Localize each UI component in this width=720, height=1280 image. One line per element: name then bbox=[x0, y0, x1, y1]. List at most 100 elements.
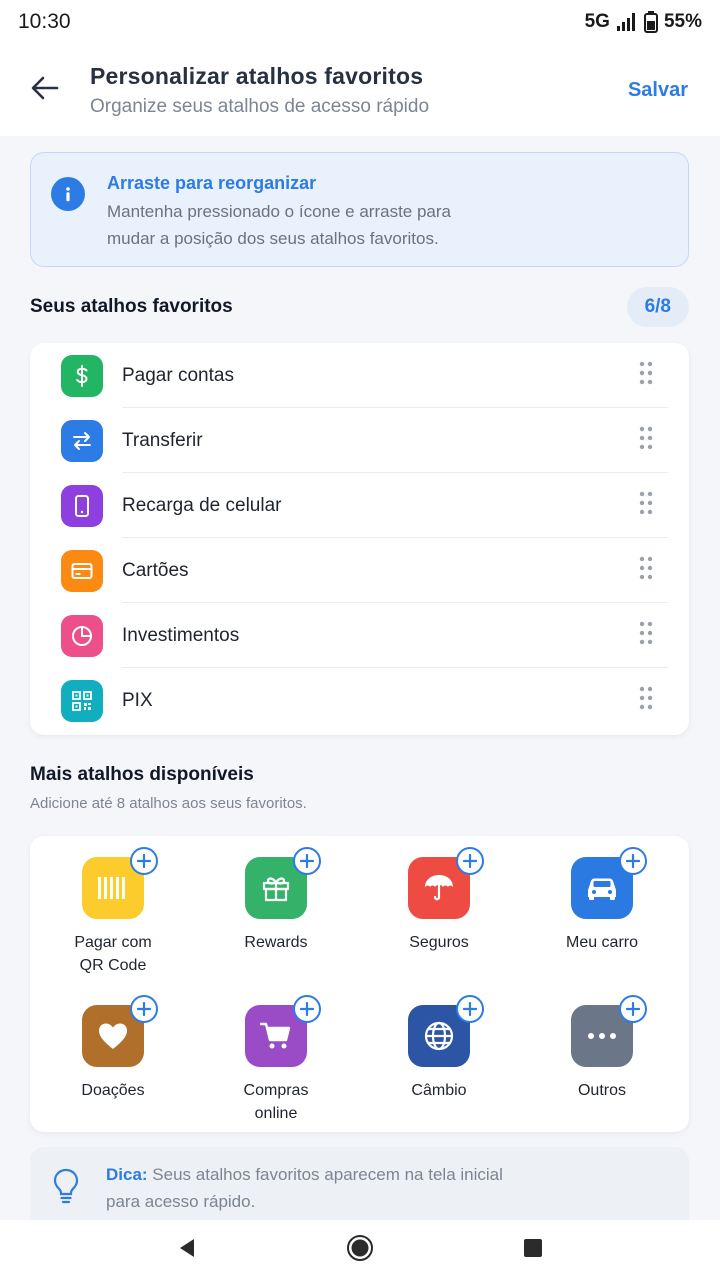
shortcut-meu-carro[interactable]: Meu carro bbox=[522, 847, 682, 954]
heart-icon bbox=[82, 995, 158, 1067]
drag-handle-icon[interactable] bbox=[638, 555, 654, 586]
favorite-label: Investimentos bbox=[122, 624, 240, 646]
shortcut-label-line: Outros bbox=[577, 1082, 626, 1099]
shortcut-label: Compras online bbox=[196, 1079, 356, 1125]
shortcut-label-line: Meu carro bbox=[565, 934, 639, 951]
favorites-title: Seus atalhos favoritos bbox=[30, 296, 233, 317]
favorite-label: PIX bbox=[122, 689, 153, 711]
info-title: Arraste para reorganizar bbox=[107, 173, 317, 193]
status-indicators: 5G 55% bbox=[585, 11, 702, 33]
shortcut-label: Câmbio bbox=[359, 1079, 519, 1102]
shortcut-label-line: Seguros bbox=[409, 934, 469, 951]
favorite-item-cartoes[interactable]: Cartões bbox=[30, 538, 689, 603]
app-header: Personalizar atalhos favoritos Organize … bbox=[0, 44, 720, 136]
add-shortcut-button[interactable] bbox=[293, 995, 321, 1023]
shortcut-label-line: QR Code bbox=[79, 957, 147, 974]
arrow-left-icon bbox=[30, 73, 60, 108]
qr-code-icon bbox=[61, 679, 103, 722]
phone-icon bbox=[61, 484, 103, 527]
more-shortcuts-subtitle: Adicione até 8 atalhos aos seus favorito… bbox=[30, 795, 307, 812]
shortcut-label: Pagar com QR Code bbox=[33, 931, 193, 977]
more-shortcuts-title: Mais atalhos disponíveis bbox=[30, 764, 254, 785]
favorite-item-recarga[interactable]: Recarga de celular bbox=[30, 473, 689, 538]
favorite-label: Pagar contas bbox=[122, 364, 234, 386]
shortcut-pagar-qr[interactable]: Pagar com QR Code bbox=[33, 847, 193, 977]
dollar-icon bbox=[61, 354, 103, 397]
drag-handle-icon[interactable] bbox=[638, 425, 654, 456]
save-button[interactable]: Salvar bbox=[618, 79, 720, 102]
shortcut-doacoes[interactable]: Doações bbox=[33, 995, 193, 1102]
nav-recents-button[interactable] bbox=[503, 1220, 563, 1280]
nav-home-button[interactable] bbox=[330, 1220, 390, 1280]
shortcut-compras-online[interactable]: Compras online bbox=[196, 995, 356, 1125]
drag-handle-icon[interactable] bbox=[638, 620, 654, 651]
back-button[interactable] bbox=[0, 44, 90, 136]
transfer-icon bbox=[61, 419, 103, 462]
more-shortcuts-grid: Pagar com QR Code Rewards Seguros Meu ca… bbox=[30, 836, 689, 1132]
shortcut-label: Doações bbox=[33, 1079, 193, 1102]
shortcut-label-line: Câmbio bbox=[411, 1082, 467, 1099]
drag-handle-icon[interactable] bbox=[638, 360, 654, 391]
info-body-line: mudar a posição dos seus atalhos favorit… bbox=[107, 229, 439, 248]
gift-icon bbox=[245, 847, 321, 919]
shortcut-label: Meu carro bbox=[522, 931, 682, 954]
info-banner: Arraste para reorganizar Mantenha pressi… bbox=[30, 152, 689, 267]
shortcut-seguros[interactable]: Seguros bbox=[359, 847, 519, 954]
circle-home-icon bbox=[346, 1234, 374, 1267]
shortcut-outros[interactable]: Outros bbox=[522, 995, 682, 1102]
battery-level: 55% bbox=[663, 11, 702, 32]
lightbulb-icon bbox=[50, 1167, 86, 1221]
square-recents-icon bbox=[523, 1238, 543, 1263]
tip-line: Seus atalhos favoritos aparecem na tela … bbox=[147, 1165, 503, 1184]
favorite-item-investimentos[interactable]: Investimentos bbox=[30, 603, 689, 668]
shortcut-label-line: online bbox=[254, 1105, 298, 1122]
nav-back-button[interactable] bbox=[157, 1220, 217, 1280]
add-shortcut-button[interactable] bbox=[619, 995, 647, 1023]
favorite-item-pagar-contas[interactable]: Pagar contas bbox=[30, 343, 689, 408]
triangle-back-icon bbox=[176, 1237, 198, 1264]
shortcut-label-line: Doações bbox=[81, 1082, 145, 1099]
drag-handle-icon[interactable] bbox=[638, 685, 654, 716]
tip-line: para acesso rápido. bbox=[106, 1192, 256, 1211]
shortcut-rewards[interactable]: Rewards bbox=[196, 847, 356, 954]
shortcut-label: Rewards bbox=[196, 931, 356, 954]
network-label: 5G bbox=[584, 11, 610, 32]
info-body: Mantenha pressionado o ícone e arraste p… bbox=[107, 198, 451, 252]
cart-icon bbox=[245, 995, 321, 1067]
drag-handle-icon[interactable] bbox=[638, 490, 654, 521]
add-shortcut-button[interactable] bbox=[456, 995, 484, 1023]
tip-text: Dica: Seus atalhos favoritos aparecem na… bbox=[106, 1161, 503, 1221]
add-shortcut-button[interactable] bbox=[130, 995, 158, 1023]
shortcut-label-line: Compras bbox=[243, 1082, 309, 1099]
car-icon bbox=[571, 847, 647, 919]
more-icon bbox=[571, 995, 647, 1067]
shortcut-label-line: Pagar com bbox=[74, 934, 152, 951]
status-bar: 10:30 5G 55% bbox=[0, 0, 720, 44]
tip-label: Dica: bbox=[106, 1165, 148, 1184]
shortcut-label-line: Rewards bbox=[244, 934, 308, 951]
favorite-label: Transferir bbox=[122, 429, 203, 451]
tip-card: Dica: Seus atalhos favoritos aparecem na… bbox=[30, 1147, 689, 1221]
status-time: 10:30 bbox=[18, 10, 71, 33]
add-shortcut-button[interactable] bbox=[293, 847, 321, 875]
add-shortcut-button[interactable] bbox=[619, 847, 647, 875]
page-title: Personalizar atalhos favoritos bbox=[90, 62, 424, 89]
shortcut-label: Seguros bbox=[359, 931, 519, 954]
shortcut-cambio[interactable]: Câmbio bbox=[359, 995, 519, 1102]
umbrella-icon bbox=[408, 847, 484, 919]
favorites-list: Pagar contas Transferir Recarga de celul… bbox=[30, 343, 689, 735]
barcode-icon bbox=[82, 847, 158, 919]
info-body-line: Mantenha pressionado o ícone e arraste p… bbox=[107, 202, 452, 221]
add-shortcut-button[interactable] bbox=[130, 847, 158, 875]
globe-icon bbox=[408, 995, 484, 1067]
system-nav-bar bbox=[0, 1220, 720, 1280]
add-shortcut-button[interactable] bbox=[456, 847, 484, 875]
info-icon bbox=[51, 177, 85, 211]
favorite-item-pix[interactable]: PIX bbox=[30, 668, 689, 733]
favorites-count-badge: 6/8 bbox=[626, 287, 689, 327]
signal-icon bbox=[616, 12, 638, 32]
favorites-header: Seus atalhos favoritos 6/8 bbox=[30, 287, 689, 327]
pie-chart-icon bbox=[61, 614, 103, 657]
page-subtitle: Organize seus atalhos de acesso rápido bbox=[90, 95, 430, 117]
favorite-item-transferir[interactable]: Transferir bbox=[30, 408, 689, 473]
